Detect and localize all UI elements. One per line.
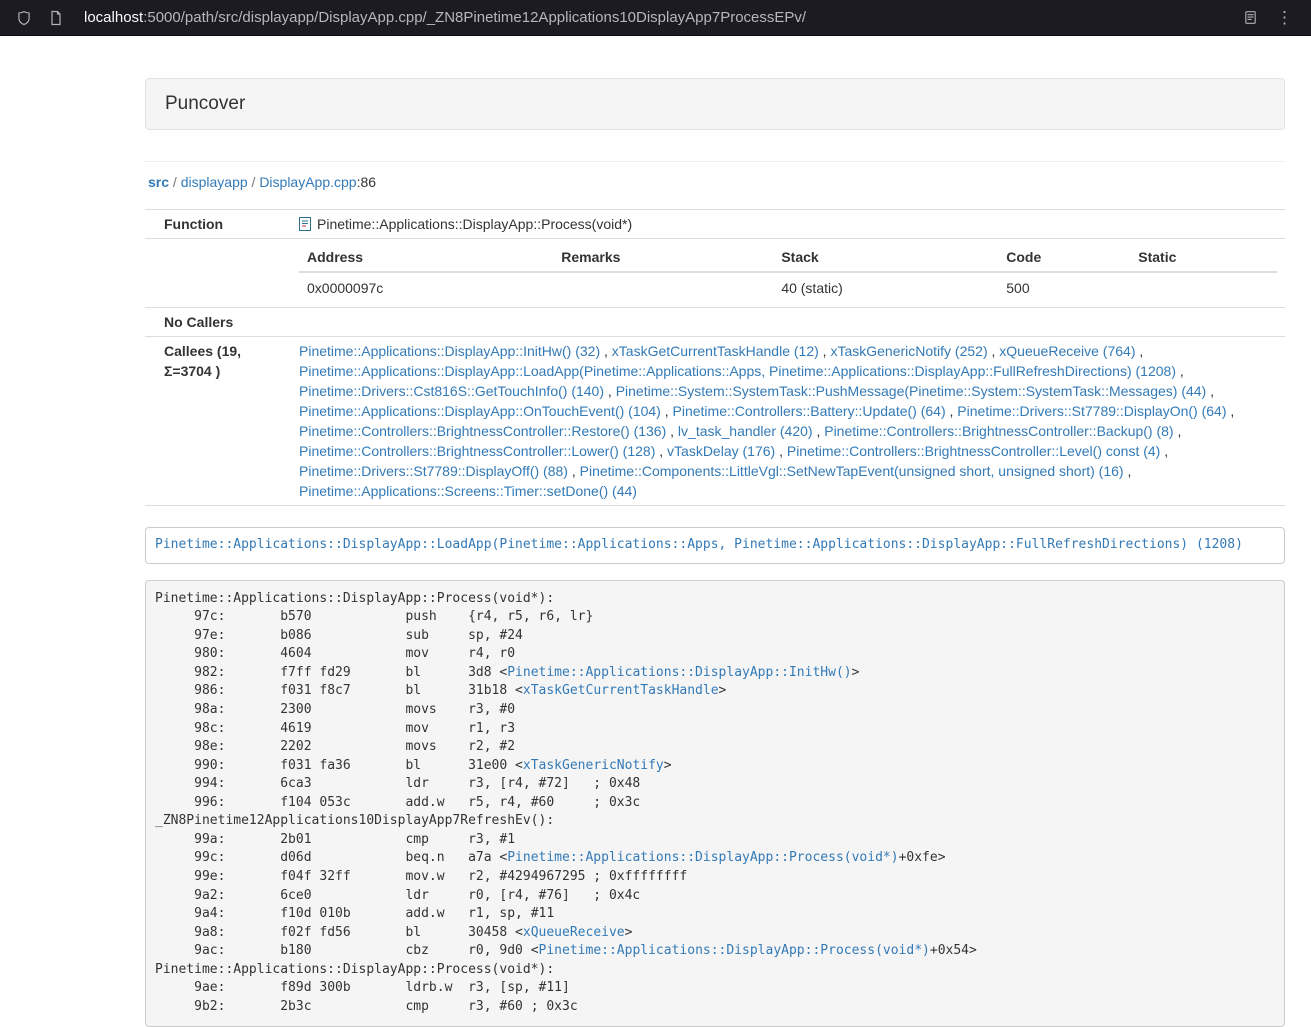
callees-row: Callees (19, Σ=3704 ) Pinetime::Applicat… (145, 337, 1285, 506)
callee-link[interactable]: Pinetime::Controllers::BrightnessControl… (787, 443, 1160, 459)
code-symbol-link[interactable]: Pinetime::Applications::DisplayApp::Init… (507, 665, 851, 680)
column-header-address: Address (299, 243, 553, 272)
callee-link[interactable]: Pinetime::Drivers::Cst816S::GetTouchInfo… (299, 383, 604, 399)
column-header-code: Code (998, 243, 1130, 272)
function-row: Function Pinetime::Applications::Display… (145, 210, 1285, 239)
breadcrumb: src / displayapp / DisplayApp.cpp:86 (145, 172, 1285, 192)
highlighted-symbol-link[interactable]: Pinetime::Applications::DisplayApp::Load… (155, 537, 1243, 552)
function-details-row: Address Remarks Stack Code Static 0x0000… (145, 239, 1285, 308)
callee-link[interactable]: Pinetime::Applications::DisplayApp::Load… (299, 363, 1176, 379)
function-label: Function (145, 210, 291, 239)
menu-icon[interactable]: ⋮ (1272, 9, 1297, 26)
function-details-table: Address Remarks Stack Code Static 0x0000… (299, 243, 1277, 303)
divider (145, 161, 1285, 162)
page-content: Puncover src / displayapp / DisplayApp.c… (145, 78, 1285, 1027)
callee-link[interactable]: Pinetime::Applications::DisplayApp::OnTo… (299, 403, 661, 419)
url-host: localhost (84, 9, 143, 26)
details-header-row: Address Remarks Stack Code Static (299, 243, 1277, 272)
url-bar[interactable]: localhost:5000/path/src/displayapp/Displ… (84, 9, 1228, 26)
cell-static (1130, 272, 1277, 303)
code-symbol-link[interactable]: Pinetime::Applications::DisplayApp::Proc… (539, 943, 930, 958)
code-symbol-link[interactable]: xTaskGenericNotify (523, 758, 664, 773)
assembly-code: Pinetime::Applications::DisplayApp::Proc… (145, 580, 1285, 1027)
callee-link[interactable]: Pinetime::Controllers::BrightnessControl… (299, 423, 666, 439)
column-header-remarks: Remarks (553, 243, 773, 272)
empty-label-cell (145, 239, 291, 308)
breadcrumb-separator: / (248, 174, 260, 190)
breadcrumb-link[interactable]: src (148, 174, 169, 190)
callee-link[interactable]: lv_task_handler (420) (678, 423, 813, 439)
code-symbol-link[interactable]: xTaskGetCurrentTaskHandle (523, 683, 719, 698)
function-symbol-name: Pinetime::Applications::DisplayApp::Proc… (317, 214, 632, 234)
browser-toolbar: localhost:5000/path/src/displayapp/Displ… (0, 0, 1311, 36)
callee-link[interactable]: Pinetime::Drivers::St7789::DisplayOn() (… (957, 403, 1226, 419)
breadcrumb-link[interactable]: displayapp (181, 174, 248, 190)
column-header-stack: Stack (773, 243, 998, 272)
callee-link[interactable]: Pinetime::Controllers::BrightnessControl… (824, 423, 1173, 439)
callees-list: Pinetime::Applications::DisplayApp::Init… (291, 337, 1285, 506)
callers-row: No Callers (145, 308, 1285, 337)
callee-link[interactable]: Pinetime::Applications::Screens::Timer::… (299, 483, 637, 499)
reader-view-icon[interactable] (1240, 8, 1260, 28)
details-value-row: 0x0000097c 40 (static) 500 (299, 272, 1277, 303)
callee-link[interactable]: Pinetime::System::SystemTask::PushMessag… (616, 383, 1207, 399)
breadcrumb-link[interactable]: DisplayApp.cpp (259, 174, 356, 190)
app-title: Puncover (165, 93, 245, 114)
highlighted-symbol-box: Pinetime::Applications::DisplayApp::Load… (145, 527, 1285, 564)
callee-link[interactable]: Pinetime::Controllers::Battery::Update()… (673, 403, 946, 419)
page-info-icon[interactable] (46, 8, 66, 28)
callee-link[interactable]: xQueueReceive (764) (999, 343, 1135, 359)
callee-link[interactable]: xTaskGenericNotify (252) (830, 343, 987, 359)
code-symbol-link[interactable]: Pinetime::Applications::DisplayApp::Proc… (507, 850, 898, 865)
callee-link[interactable]: Pinetime::Controllers::BrightnessControl… (299, 443, 655, 459)
shield-icon[interactable] (14, 8, 34, 28)
cell-address: 0x0000097c (299, 272, 553, 303)
url-path: :5000/path/src/displayapp/DisplayApp.cpp… (143, 9, 806, 26)
breadcrumb-separator: / (169, 174, 181, 190)
function-type-icon (299, 217, 311, 231)
cell-remarks (553, 272, 773, 303)
callees-label: Callees (19, Σ=3704 ) (145, 337, 291, 506)
app-title-panel: Puncover (145, 78, 1285, 130)
callee-link[interactable]: Pinetime::Components::LittleVgl::SetNewT… (580, 463, 1124, 479)
code-symbol-link[interactable]: xQueueReceive (523, 925, 625, 940)
callee-link[interactable]: xTaskGetCurrentTaskHandle (12) (612, 343, 819, 359)
callee-link[interactable]: Pinetime::Drivers::St7789::DisplayOff() … (299, 463, 568, 479)
cell-stack: 40 (static) (773, 272, 998, 303)
no-callers-label: No Callers (145, 308, 291, 337)
cell-code: 500 (998, 272, 1130, 303)
callers-cell (291, 308, 1285, 337)
column-header-static: Static (1130, 243, 1277, 272)
breadcrumb-line-number: :86 (357, 174, 376, 190)
callee-link[interactable]: Pinetime::Applications::DisplayApp::Init… (299, 343, 600, 359)
symbol-table: Function Pinetime::Applications::Display… (145, 209, 1285, 506)
callee-link[interactable]: vTaskDelay (176) (667, 443, 775, 459)
